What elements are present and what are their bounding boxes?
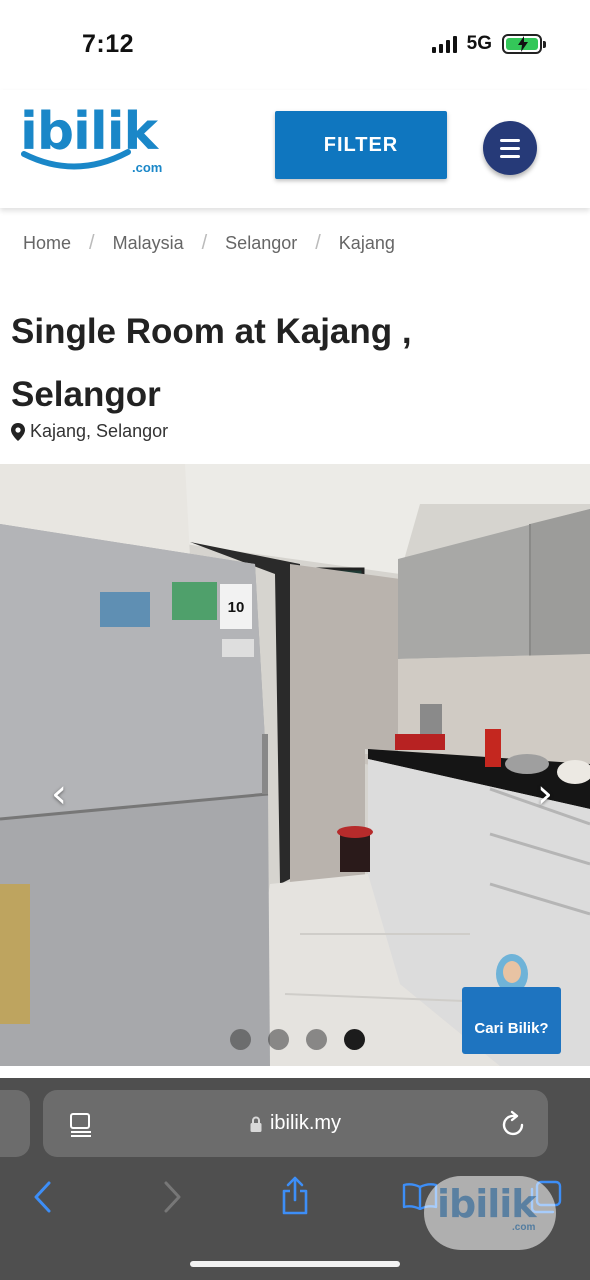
breadcrumb-malaysia[interactable]: Malaysia	[113, 233, 184, 254]
watermark-suffix: .com	[512, 1222, 536, 1233]
address-bar[interactable]: ibilik.my	[43, 1090, 548, 1157]
charging-bolt-icon	[518, 36, 528, 52]
photo-gallery[interactable]: 10 ‹ › Cari Bilik?	[0, 464, 590, 1066]
gallery-dot-4[interactable]	[344, 1029, 365, 1050]
share-icon[interactable]	[280, 1176, 310, 1216]
location-text: Kajang, Selangor	[30, 421, 169, 441]
listing-location: Kajang, Selangor	[11, 421, 168, 442]
previous-tab-stub[interactable]	[0, 1090, 30, 1157]
cari-bilik-label: Cari Bilik?	[474, 1020, 549, 1037]
breadcrumb-kajang[interactable]: Kajang	[339, 233, 395, 254]
site-header: ibilik .com FILTER	[0, 90, 590, 208]
listing-title: Single Room at Kajang , Selangor	[11, 312, 412, 414]
back-icon[interactable]	[32, 1180, 54, 1214]
home-indicator[interactable]	[190, 1261, 400, 1267]
forward-icon[interactable]	[161, 1180, 183, 1214]
logo-smile-icon	[21, 149, 131, 170]
gallery-dot-1[interactable]	[230, 1029, 251, 1050]
breadcrumb: Home / Malaysia / Selangor / Kajang	[23, 232, 395, 255]
url-text: ibilik.my	[269, 1112, 342, 1134]
reload-icon[interactable]	[501, 1110, 527, 1138]
breadcrumb-separator: /	[315, 232, 321, 254]
signal-icon	[431, 35, 457, 53]
status-time: 7:12	[82, 30, 135, 58]
filter-button[interactable]: FILTER	[275, 111, 447, 179]
gallery-next-button[interactable]: ›	[530, 774, 560, 814]
url-display: ibilik.my	[43, 1090, 548, 1157]
gallery-pagination	[230, 1029, 365, 1050]
fridge-badge-number: 10	[228, 599, 245, 616]
ibilik-logo[interactable]: ibilik .com	[20, 102, 170, 182]
gallery-prev-button[interactable]: ‹	[44, 774, 74, 814]
status-bar: 7:12 5G	[0, 0, 590, 90]
breadcrumb-separator: /	[201, 232, 208, 254]
lock-icon	[250, 1116, 262, 1132]
logo-suffix: .com	[132, 160, 163, 175]
status-indicators: 5G	[431, 33, 546, 55]
gallery-dot-3[interactable]	[306, 1029, 327, 1050]
cari-bilik-button[interactable]: Cari Bilik?	[462, 944, 561, 1054]
breadcrumb-separator: /	[89, 232, 95, 254]
battery-icon	[502, 34, 546, 54]
breadcrumb-home[interactable]: Home	[23, 233, 71, 254]
ibilik-watermark: ibilik .com	[424, 1176, 556, 1250]
map-pin-icon	[11, 422, 25, 441]
watermark-text: ibilik	[437, 1182, 537, 1226]
network-type: 5G	[466, 33, 492, 54]
hamburger-menu-button[interactable]	[483, 121, 537, 175]
hamburger-icon	[500, 138, 520, 142]
gallery-dot-2[interactable]	[268, 1029, 289, 1050]
breadcrumb-selangor[interactable]: Selangor	[225, 233, 297, 254]
